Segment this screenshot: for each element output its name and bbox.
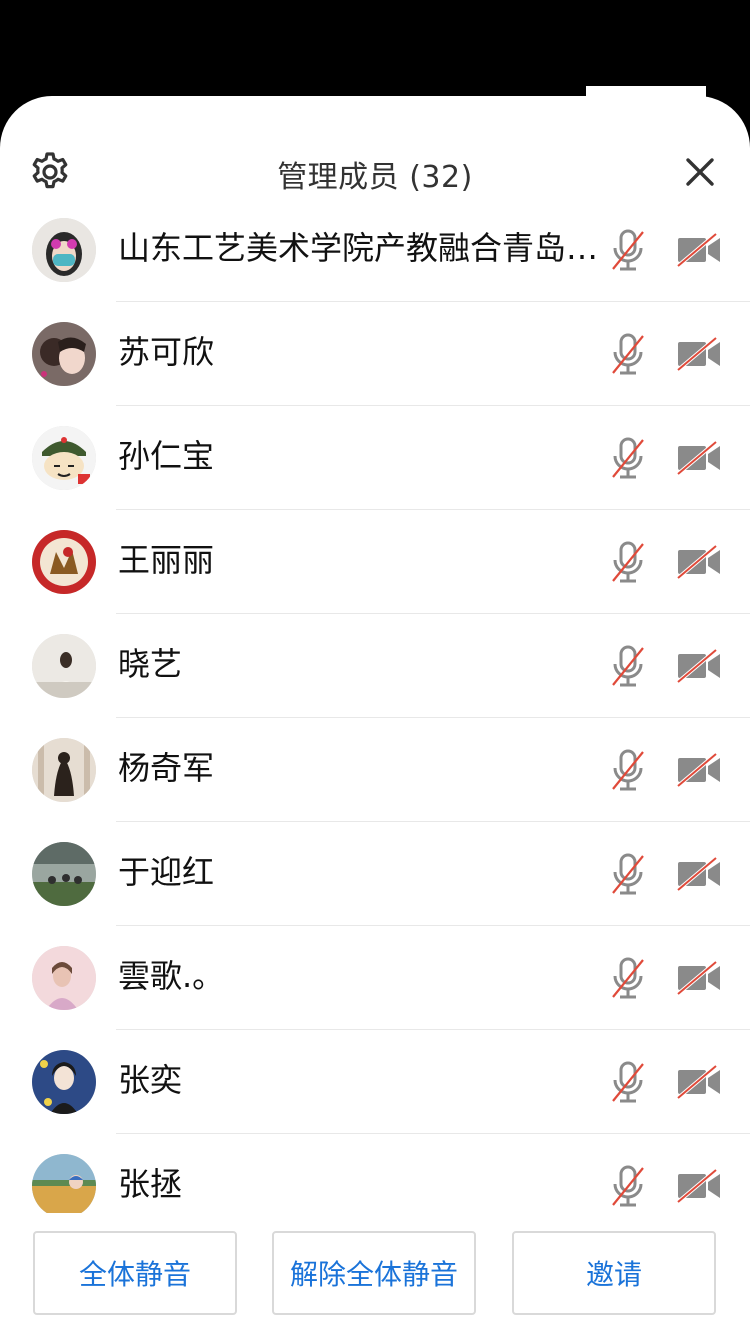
mute-all-button[interactable]: 全体静音 [33,1231,237,1315]
member-row[interactable]: 王丽丽 [0,510,750,614]
member-name: 雲歌.。 [118,957,225,995]
camera-off-icon[interactable] [676,336,722,372]
mic-muted-icon[interactable] [608,332,648,376]
member-row[interactable]: 杨奇军 [0,718,750,822]
camera-off-icon[interactable] [676,648,722,684]
member-name: 王丽丽 [118,541,215,579]
member-name: 晓艺 [118,645,183,683]
avatar [32,530,96,594]
mic-muted-icon[interactable] [608,1164,648,1208]
avatar [32,322,96,386]
invite-button[interactable]: 邀请 [512,1231,716,1315]
member-row[interactable]: 山东工艺美术学院产教融合青岛… [0,198,750,302]
member-row[interactable]: 苏可欣 [0,302,750,406]
mic-muted-icon[interactable] [608,748,648,792]
member-row[interactable]: 张奕 [0,1030,750,1134]
camera-off-icon[interactable] [676,1064,722,1100]
footer-actions: 全体静音 解除全体静音 邀请 [0,1213,750,1334]
mic-muted-icon[interactable] [608,1060,648,1104]
camera-off-icon[interactable] [676,856,722,892]
camera-off-icon[interactable] [676,960,722,996]
member-name: 苏可欣 [118,333,215,371]
member-name: 张拯 [118,1165,183,1203]
mic-muted-icon[interactable] [608,228,648,272]
avatar [32,1050,96,1114]
mic-muted-icon[interactable] [608,540,648,584]
member-list[interactable]: 山东工艺美术学院产教融合青岛… 苏可欣 孙仁宝 王丽丽 晓艺 杨奇军 于迎红 雲… [0,198,750,1213]
avatar [32,218,96,282]
member-name: 孙仁宝 [118,437,215,475]
camera-off-icon[interactable] [676,232,722,268]
avatar [32,426,96,490]
avatar [32,946,96,1010]
member-row[interactable]: 于迎红 [0,822,750,926]
manage-members-sheet: 管理成员 (32) 山东工艺美术学院产教融合青岛… 苏可欣 孙仁宝 王丽丽 晓艺… [0,96,750,1334]
avatar [32,634,96,698]
mic-muted-icon[interactable] [608,436,648,480]
avatar [32,842,96,906]
member-name: 于迎红 [118,853,215,891]
member-name: 杨奇军 [118,749,215,787]
avatar [32,738,96,802]
member-row[interactable]: 晓艺 [0,614,750,718]
page-title: 管理成员 (32) [277,160,473,195]
avatar [32,1154,96,1213]
camera-off-icon[interactable] [676,752,722,788]
member-name: 张奕 [118,1061,183,1099]
camera-off-icon[interactable] [676,544,722,580]
sheet-header: 管理成员 (32) [0,96,750,208]
member-name: 山东工艺美术学院产教融合青岛… [118,229,599,267]
camera-off-icon[interactable] [676,440,722,476]
mic-muted-icon[interactable] [608,852,648,896]
member-row[interactable]: 张拯 [0,1134,750,1213]
member-row[interactable]: 孙仁宝 [0,406,750,510]
mic-muted-icon[interactable] [608,956,648,1000]
mic-muted-icon[interactable] [608,644,648,688]
camera-off-icon[interactable] [676,1168,722,1204]
unmute-all-button[interactable]: 解除全体静音 [272,1231,476,1315]
close-icon[interactable] [680,152,720,192]
member-row[interactable]: 雲歌.。 [0,926,750,1030]
